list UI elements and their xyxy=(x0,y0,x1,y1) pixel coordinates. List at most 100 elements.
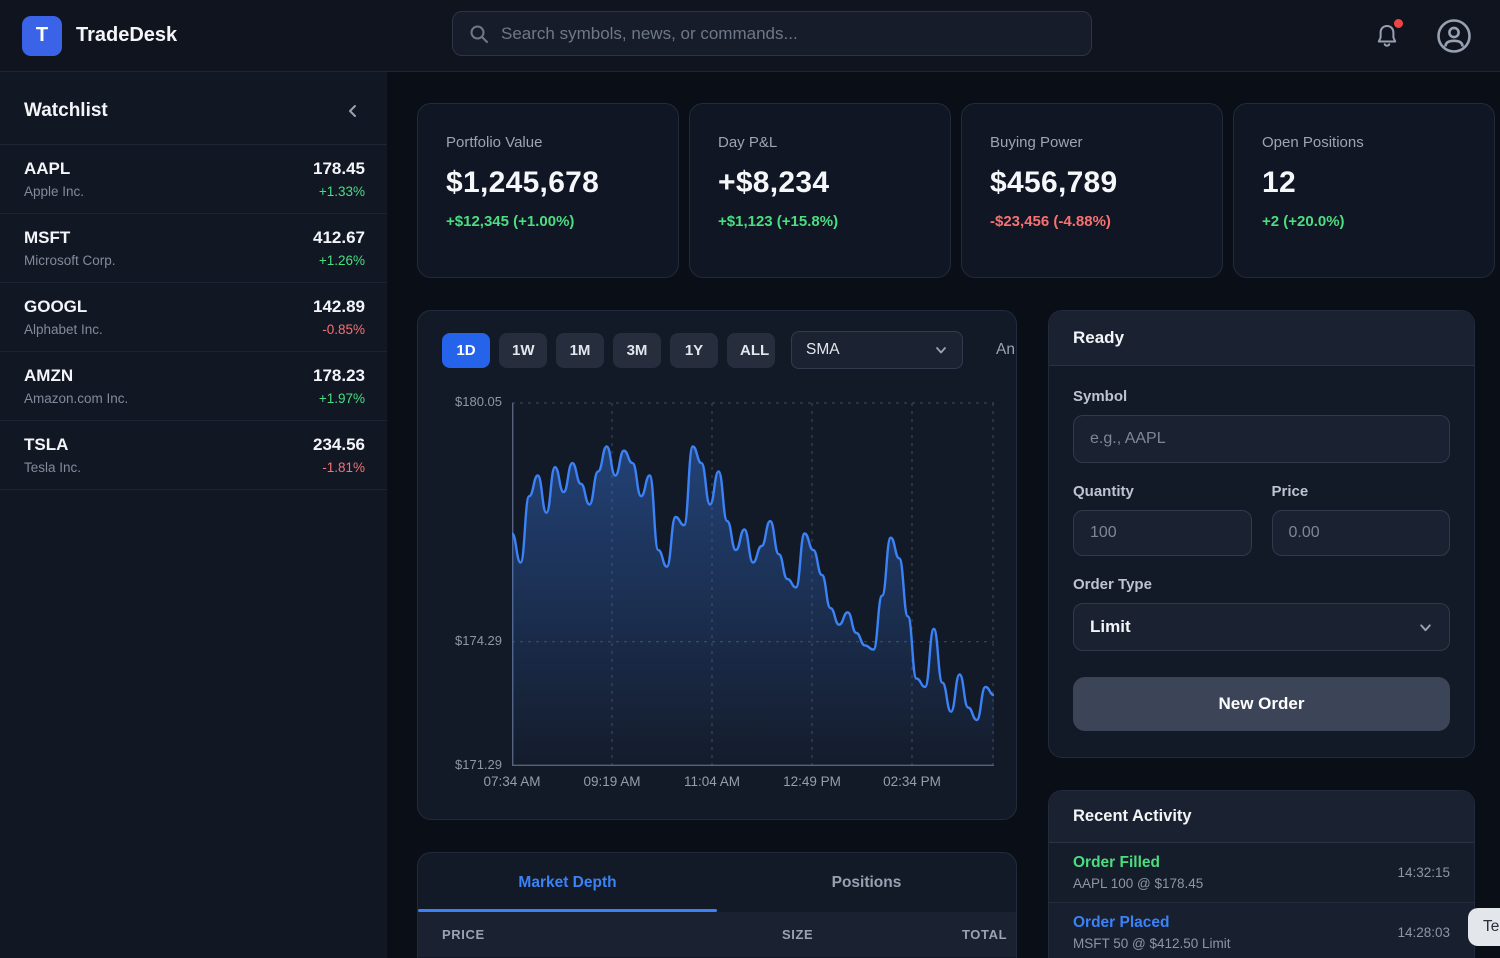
new-order-button[interactable]: New Order xyxy=(1073,677,1450,731)
indicator-select[interactable]: SMA xyxy=(791,331,963,369)
ticker-price: 234.56 xyxy=(313,435,365,455)
column-price: PRICE xyxy=(442,927,782,942)
quantity-label: Quantity xyxy=(1073,483,1252,500)
ticker-quote: 142.89 -0.85% xyxy=(313,297,365,337)
order-type-label: Order Type xyxy=(1073,576,1450,593)
search-input[interactable] xyxy=(501,24,1075,44)
ticker-info: GOOGL Alphabet Inc. xyxy=(24,297,103,337)
range-button-1m[interactable]: 1M xyxy=(556,333,604,368)
order-panel: Ready Symbol Quantity Price Order Type L… xyxy=(1048,310,1475,758)
market-depth-panel: Market Depth Positions PRICE SIZE TOTAL xyxy=(417,852,1017,958)
brand: T TradeDesk xyxy=(0,16,387,56)
search-icon xyxy=(469,24,489,44)
ticker-symbol: MSFT xyxy=(24,228,116,248)
watchlist-row-googl[interactable]: GOOGL Alphabet Inc. 142.89 -0.85% xyxy=(0,283,387,352)
x-tick-label: 07:34 AM xyxy=(483,774,540,789)
company-name: Tesla Inc. xyxy=(24,460,81,475)
indicator-value: SMA xyxy=(806,341,840,359)
activity-row: Order Filled AAPL 100 @ $178.45 14:32:15 xyxy=(1049,843,1474,903)
company-name: Microsoft Corp. xyxy=(24,253,116,268)
stat-change: +$12,345 (+1.00%) xyxy=(446,213,650,230)
chevron-down-icon xyxy=(934,343,948,357)
watchlist-row-msft[interactable]: MSFT Microsoft Corp. 412.67 +1.26% xyxy=(0,214,387,283)
price-chart[interactable] xyxy=(512,391,994,766)
chart-toolbar: 1D 1W 1M 3M 1Y ALL SMA Annotate xyxy=(442,331,992,369)
symbol-label: Symbol xyxy=(1073,388,1450,405)
tab-positions[interactable]: Positions xyxy=(717,853,1016,912)
x-tick-label: 02:34 PM xyxy=(883,774,941,789)
stat-card-open-positions: Open Positions 12 +2 (+20.0%) xyxy=(1233,103,1495,278)
toast-text: Te xyxy=(1483,918,1499,936)
x-axis-labels: 07:34 AM 09:19 AM 11:04 AM 12:49 PM 02:3… xyxy=(512,770,994,794)
symbol-input[interactable] xyxy=(1073,415,1450,463)
range-button-3m[interactable]: 3M xyxy=(613,333,661,368)
order-form: Symbol Quantity Price Order Type Limit xyxy=(1049,366,1474,753)
watchlist-header: Watchlist xyxy=(0,72,387,145)
stat-card-day-pnl: Day P&L +$8,234 +$1,123 (+15.8%) xyxy=(689,103,951,278)
app-logo: T xyxy=(22,16,62,56)
collapse-sidebar-icon[interactable] xyxy=(345,103,361,119)
ticker-price: 412.67 xyxy=(313,228,365,248)
x-tick-label: 12:49 PM xyxy=(783,774,841,789)
watchlist-row-aapl[interactable]: AAPL Apple Inc. 178.45 +1.33% xyxy=(0,145,387,214)
watchlist-row-amzn[interactable]: AMZN Amazon.com Inc. 178.23 +1.97% xyxy=(0,352,387,421)
ticker-symbol: TSLA xyxy=(24,435,81,455)
chart-panel: 1D 1W 1M 3M 1Y ALL SMA Annotate $180.05 … xyxy=(417,310,1017,820)
column-total: TOTAL xyxy=(962,927,1007,942)
stats-row: Portfolio Value $1,245,678 +$12,345 (+1.… xyxy=(417,103,1495,278)
y-tick-label: $171.29 xyxy=(455,757,502,772)
ticker-symbol: AAPL xyxy=(24,159,84,179)
notifications-bell-icon[interactable] xyxy=(1372,21,1402,51)
stat-change: +$1,123 (+15.8%) xyxy=(718,213,922,230)
activity-time: 14:28:03 xyxy=(1397,925,1450,940)
ticker-info: AMZN Amazon.com Inc. xyxy=(24,366,128,406)
top-icons xyxy=(1372,0,1472,72)
stat-value: 12 xyxy=(1262,166,1466,200)
activity-detail: AAPL 100 @ $178.45 xyxy=(1073,876,1203,891)
stat-label: Portfolio Value xyxy=(446,134,650,151)
activity-info: Order Placed MSFT 50 @ $412.50 Limit xyxy=(1073,914,1231,951)
chart-plot xyxy=(512,391,994,771)
quantity-input[interactable] xyxy=(1073,510,1252,556)
y-tick-label: $174.29 xyxy=(455,633,502,648)
x-tick-label: 09:19 AM xyxy=(583,774,640,789)
y-axis-labels: $180.05 $174.29 $171.29 xyxy=(442,391,508,766)
activity-event: Order Filled xyxy=(1073,854,1203,872)
ticker-info: MSFT Microsoft Corp. xyxy=(24,228,116,268)
recent-activity-title: Recent Activity xyxy=(1049,791,1474,843)
ticker-change: +1.33% xyxy=(319,184,365,199)
range-button-all[interactable]: ALL xyxy=(727,333,775,368)
stat-card-portfolio-value: Portfolio Value $1,245,678 +$12,345 (+1.… xyxy=(417,103,679,278)
order-status: Ready xyxy=(1049,311,1474,366)
quantity-price-row: Quantity Price xyxy=(1073,483,1450,556)
price-label: Price xyxy=(1272,483,1451,500)
annotate-button[interactable]: Annotate xyxy=(996,341,1017,359)
ticker-symbol: GOOGL xyxy=(24,297,103,317)
activity-info: Order Filled AAPL 100 @ $178.45 xyxy=(1073,854,1203,891)
stat-value: +$8,234 xyxy=(718,166,922,200)
ticker-price: 142.89 xyxy=(313,297,365,317)
company-name: Alphabet Inc. xyxy=(24,322,103,337)
watchlist-row-tsla[interactable]: TSLA Tesla Inc. 234.56 -1.81% xyxy=(0,421,387,490)
ticker-change: +1.26% xyxy=(319,253,365,268)
stat-value: $456,789 xyxy=(990,166,1194,200)
watchlist-title: Watchlist xyxy=(24,100,108,122)
ticker-price: 178.45 xyxy=(313,159,365,179)
range-button-1w[interactable]: 1W xyxy=(499,333,547,368)
range-button-1y[interactable]: 1Y xyxy=(670,333,718,368)
global-search[interactable] xyxy=(452,11,1092,56)
tab-market-depth[interactable]: Market Depth xyxy=(418,853,717,912)
user-avatar[interactable] xyxy=(1436,18,1472,54)
activity-event: Order Placed xyxy=(1073,914,1231,932)
ticker-info: AAPL Apple Inc. xyxy=(24,159,84,199)
watchlist-sidebar: Watchlist AAPL Apple Inc. 178.45 +1.33% … xyxy=(0,72,387,958)
price-chart-area: $180.05 $174.29 $171.29 07:34 AM 09:19 A… xyxy=(442,391,992,795)
price-input[interactable] xyxy=(1272,510,1451,556)
ticker-quote: 234.56 -1.81% xyxy=(313,435,365,475)
stat-label: Buying Power xyxy=(990,134,1194,151)
order-type-select[interactable]: Limit xyxy=(1073,603,1450,651)
range-button-1d[interactable]: 1D xyxy=(442,333,490,368)
chevron-down-icon xyxy=(1418,620,1433,635)
toast-notification: Te xyxy=(1468,908,1500,946)
stat-card-buying-power: Buying Power $456,789 -$23,456 (-4.88%) xyxy=(961,103,1223,278)
